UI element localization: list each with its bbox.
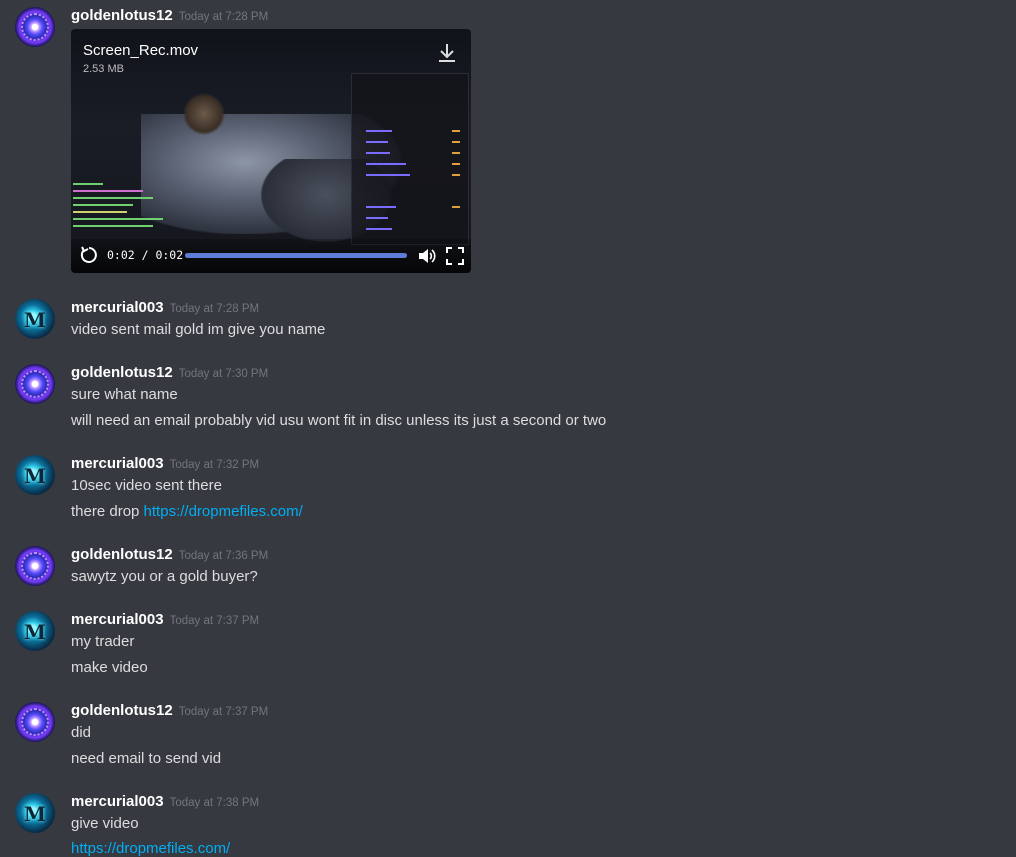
video-frame-panel: [351, 73, 469, 245]
message-link[interactable]: https://dropmefiles.com/: [144, 503, 303, 520]
message-text: 10sec video sent there: [71, 477, 222, 494]
video-time: 0:02 / 0:02: [107, 248, 184, 262]
message-text: give video: [71, 815, 139, 832]
video-frame-chatlog: [73, 183, 169, 232]
timestamp: Today at 7:36 PM: [178, 550, 269, 562]
download-icon[interactable]: [435, 41, 459, 65]
avatar-glyph: M: [23, 464, 47, 488]
video-filename: Screen_Rec.mov: [83, 42, 199, 59]
volume-icon[interactable]: [417, 246, 437, 266]
avatar-glyph: M: [23, 308, 47, 332]
message-link[interactable]: https://dropmefiles.com/: [71, 840, 230, 857]
avatar[interactable]: M: [15, 611, 55, 651]
video-attachment[interactable]: Screen_Rec.mov 2.53 MB 0:02 / 0:02: [71, 29, 471, 273]
message-header: goldenlotus12 Today at 7:36 PM: [71, 546, 268, 564]
avatar[interactable]: M: [15, 455, 55, 495]
timestamp: Today at 7:30 PM: [178, 368, 269, 380]
username[interactable]: goldenlotus12: [71, 702, 173, 719]
username[interactable]: goldenlotus12: [71, 364, 173, 381]
message-text: sure what name: [71, 386, 178, 403]
username[interactable]: mercurial003: [71, 455, 164, 472]
video-progress-bar[interactable]: [185, 253, 407, 258]
username[interactable]: mercurial003: [71, 793, 164, 810]
username[interactable]: mercurial003: [71, 611, 164, 628]
avatar[interactable]: [15, 7, 55, 47]
video-controls: 0:02 / 0:02: [71, 239, 471, 273]
timestamp: Today at 7:28 PM: [178, 11, 269, 23]
message-text: need email to send vid: [71, 750, 222, 767]
message-header: mercurial003 Today at 7:28 PM: [71, 299, 259, 317]
message-text-prefix: there drop: [71, 503, 144, 520]
timestamp: Today at 7:37 PM: [178, 706, 269, 718]
message-text: will need an email probably vid usu wont…: [71, 412, 607, 429]
video-progress-fill: [185, 253, 407, 258]
message-header: goldenlotus12 Today at 7:37 PM: [71, 702, 268, 720]
username[interactable]: mercurial003: [71, 299, 164, 316]
message-header: mercurial003 Today at 7:32 PM: [71, 455, 259, 473]
replay-icon[interactable]: [79, 245, 99, 265]
message-text: video sent mail gold im give you name: [71, 321, 326, 338]
avatar[interactable]: [15, 546, 55, 586]
message-header: goldenlotus12 Today at 7:28 PM: [71, 7, 268, 25]
message-text: did: [71, 724, 92, 741]
avatar[interactable]: M: [15, 299, 55, 339]
message-header: mercurial003 Today at 7:38 PM: [71, 793, 259, 811]
timestamp: Today at 7:38 PM: [169, 797, 260, 809]
timestamp: Today at 7:37 PM: [169, 615, 260, 627]
username[interactable]: goldenlotus12: [71, 546, 173, 563]
avatar[interactable]: [15, 702, 55, 742]
message-text: sawytz you or a gold buyer?: [71, 568, 258, 585]
message-text: there drop https://dropmefiles.com/: [71, 503, 303, 520]
message-header: mercurial003 Today at 7:37 PM: [71, 611, 259, 629]
message-header: goldenlotus12 Today at 7:30 PM: [71, 364, 268, 382]
fullscreen-icon[interactable]: [445, 246, 465, 266]
timestamp: Today at 7:32 PM: [169, 459, 260, 471]
avatar-glyph: M: [23, 802, 47, 826]
message-text: my trader: [71, 633, 135, 650]
video-filesize: 2.53 MB: [83, 63, 124, 75]
username[interactable]: goldenlotus12: [71, 7, 173, 24]
video-frame-character: [179, 89, 229, 139]
avatar[interactable]: M: [15, 793, 55, 833]
avatar[interactable]: [15, 364, 55, 404]
timestamp: Today at 7:28 PM: [169, 303, 260, 315]
avatar-glyph: M: [23, 620, 47, 644]
message-text: make video: [71, 659, 148, 676]
